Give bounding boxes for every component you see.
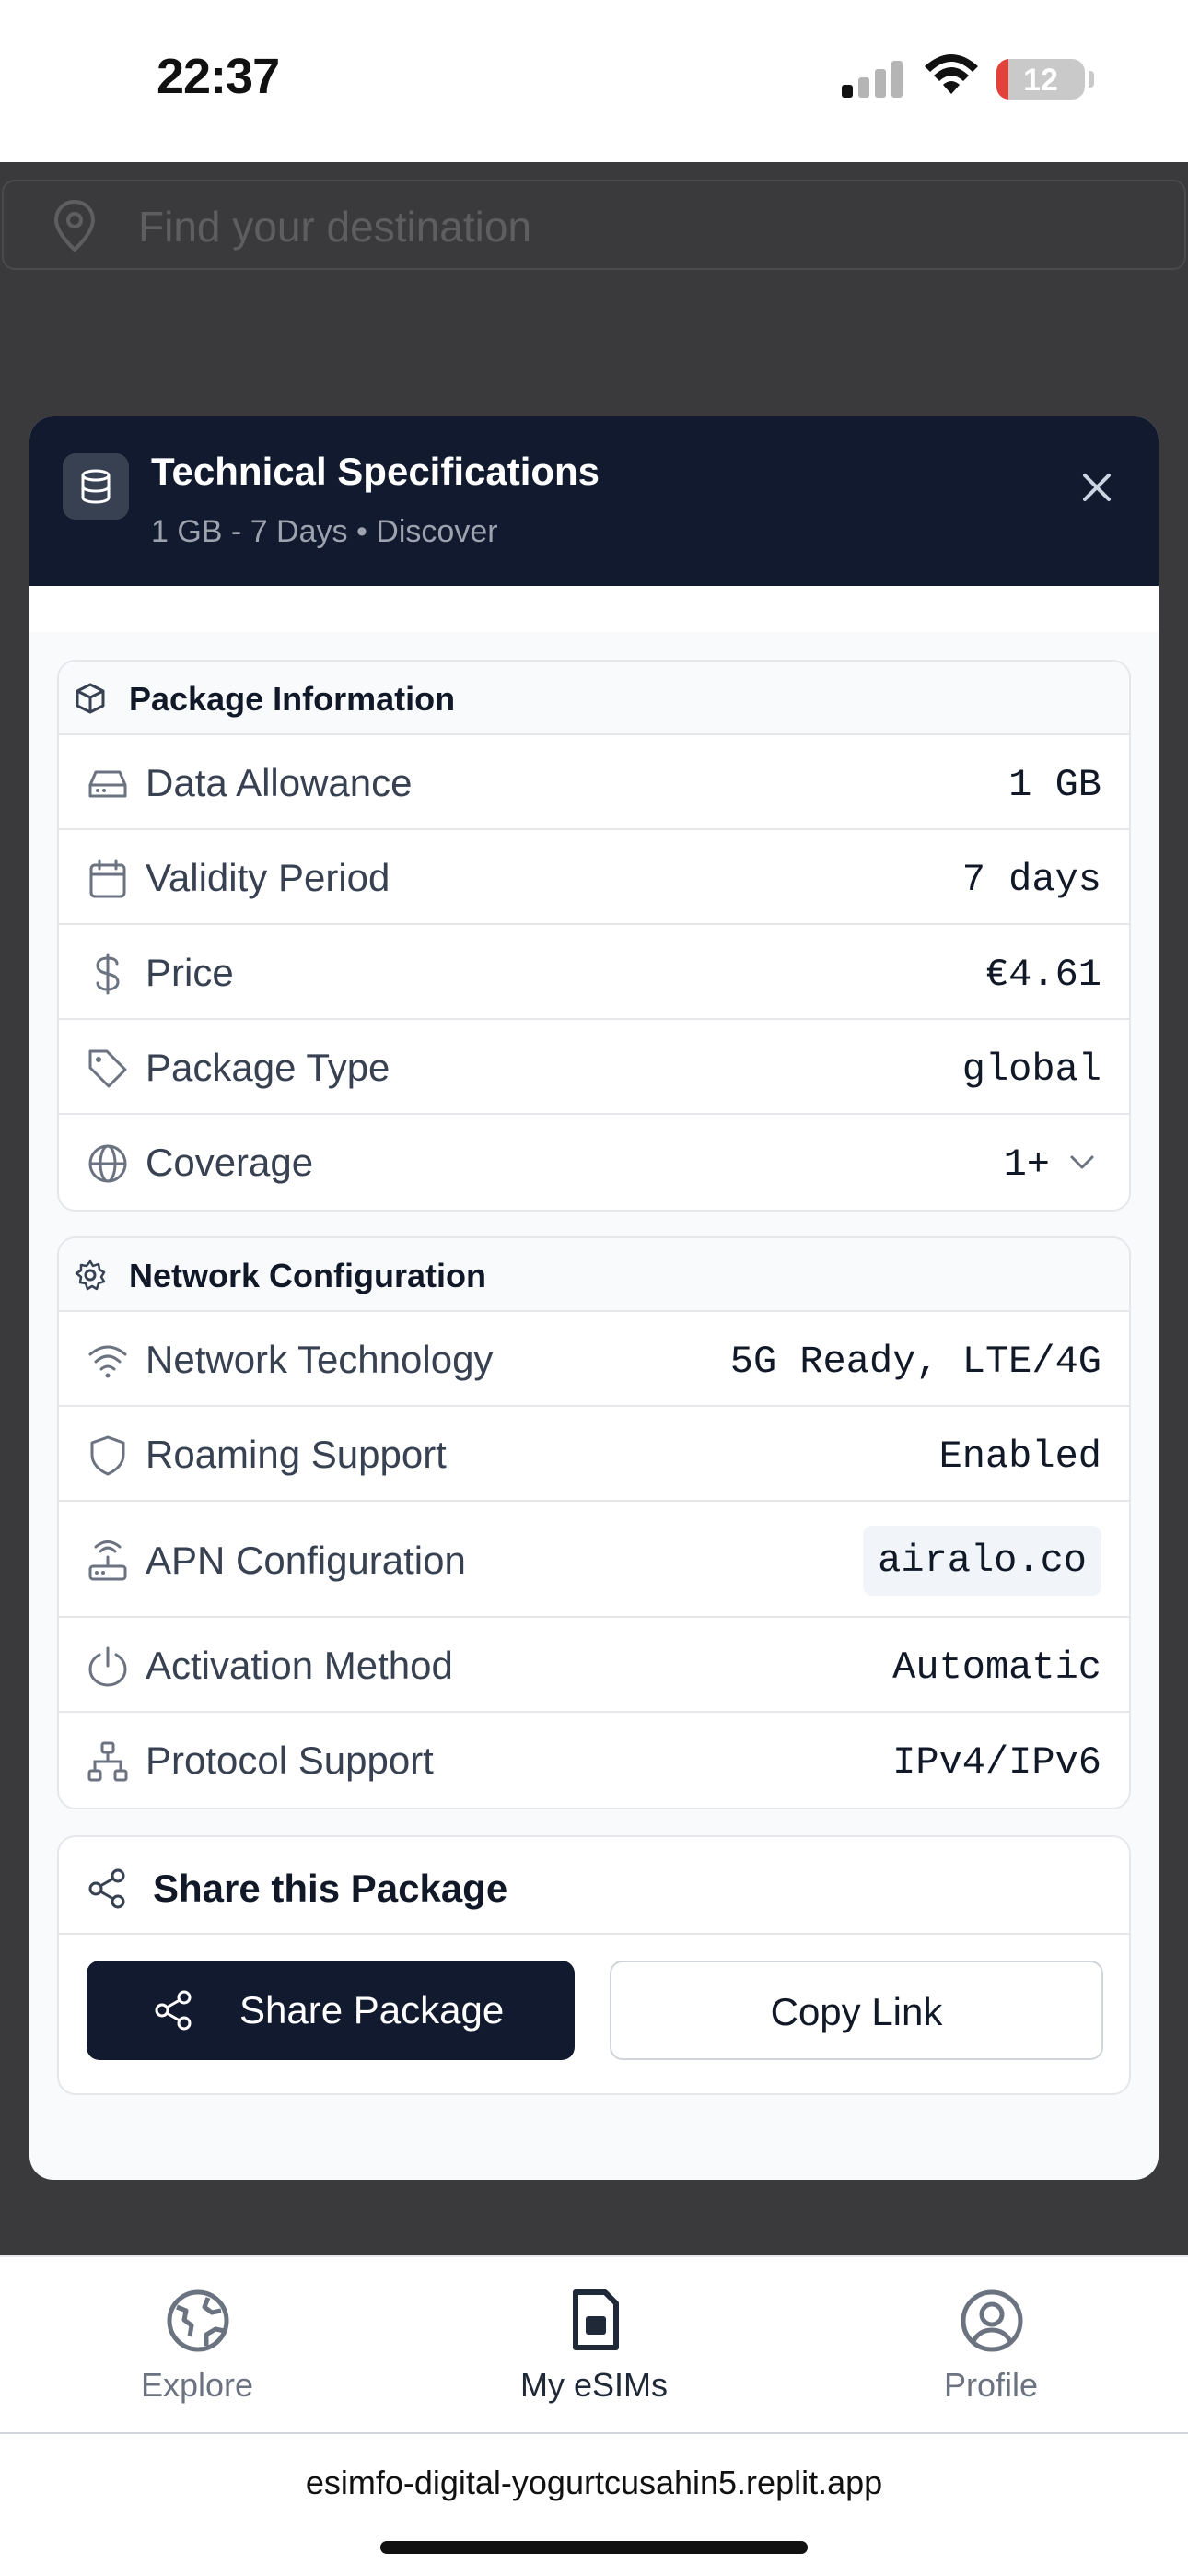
technical-specs-modal: Technical Specifications 1 GB - 7 Days •… xyxy=(29,416,1159,2180)
sim-card-icon xyxy=(573,2289,619,2350)
spec-row-coverage[interactable]: Coverage 1+ xyxy=(59,1115,1129,1210)
database-icon xyxy=(63,453,129,520)
globe-icon xyxy=(88,1144,127,1183)
cellular-signal-icon xyxy=(842,61,903,98)
search-placeholder: Find your destination xyxy=(138,203,532,251)
modal-body-top xyxy=(29,586,1159,632)
section-title: Network Configuration xyxy=(129,1257,486,1294)
hard-drive-icon xyxy=(88,770,127,798)
share-package-label: Share Package xyxy=(239,1988,505,2032)
spec-value: 7 days xyxy=(961,858,1101,902)
spec-row-protocol-support: Protocol Support IPv4/IPv6 xyxy=(59,1713,1129,1808)
modal-subtitle: 1 GB - 7 Days • Discover xyxy=(151,514,498,549)
spec-row-network-technology: Network Technology 5G Ready, LTE/4G xyxy=(59,1312,1129,1407)
map-pin-icon xyxy=(53,199,96,252)
copy-link-label: Copy Link xyxy=(770,1990,943,2033)
destination-search-input[interactable]: Find your destination xyxy=(2,180,1186,270)
nav-label: Profile xyxy=(943,2366,1039,2404)
tag-icon xyxy=(88,1049,127,1088)
share-package-card: Share this Package Share Package Copy Li… xyxy=(57,1835,1131,2095)
spec-row-package-type: Package Type global xyxy=(59,1020,1129,1115)
spec-row-activation-method: Activation Method Automatic xyxy=(59,1618,1129,1713)
spec-label: Roaming Support xyxy=(146,1433,447,1476)
battery-icon: 12 xyxy=(996,59,1085,100)
user-circle-icon xyxy=(961,2289,1023,2352)
spec-label: Data Allowance xyxy=(146,761,413,804)
wifi-icon xyxy=(88,1345,127,1378)
wifi-icon xyxy=(925,54,978,94)
modal-header: Technical Specifications 1 GB - 7 Days •… xyxy=(29,416,1159,586)
network-icon xyxy=(87,1741,128,1782)
nav-label: My eSIMs xyxy=(519,2366,668,2404)
nav-item-my-esims[interactable]: My eSIMs xyxy=(456,2257,732,2436)
modal-title: Technical Specifications xyxy=(151,450,600,493)
spec-label: Activation Method xyxy=(146,1644,453,1687)
share-icon xyxy=(155,1990,192,2031)
dollar-icon xyxy=(96,953,120,995)
spec-label: APN Configuration xyxy=(146,1539,466,1582)
chevron-down-icon[interactable] xyxy=(1068,1153,1096,1172)
spec-row-apn-configuration: APN Configuration airalo.co xyxy=(59,1502,1129,1618)
home-indicator[interactable] xyxy=(380,2541,808,2554)
calendar-icon xyxy=(89,859,126,898)
copy-link-button[interactable]: Copy Link xyxy=(610,1961,1103,2060)
section-title: Package Information xyxy=(129,680,456,718)
share-package-button[interactable]: Share Package xyxy=(87,1961,575,2060)
shield-icon xyxy=(90,1435,125,1476)
share-title: Share this Package xyxy=(153,1867,508,1910)
gear-icon xyxy=(75,1259,106,1291)
share-header: Share this Package xyxy=(59,1837,1129,1935)
globe-icon xyxy=(167,2289,229,2352)
network-configuration-card: Network Configuration Network Technology… xyxy=(57,1236,1131,1809)
nav-item-explore[interactable]: Explore xyxy=(59,2257,335,2436)
package-information-card: Package Information Data Allowance 1 GB … xyxy=(57,660,1131,1212)
battery-level: 12 xyxy=(1023,63,1058,98)
apn-value-chip[interactable]: airalo.co xyxy=(863,1526,1101,1596)
package-icon xyxy=(76,683,105,714)
spec-row-price: Price €4.61 xyxy=(59,925,1129,1020)
spec-value: 1 GB xyxy=(1008,763,1101,807)
nav-label: Explore xyxy=(140,2366,254,2404)
spec-label: Package Type xyxy=(146,1046,390,1089)
spec-value: Enabled xyxy=(938,1434,1101,1479)
spec-row-data-allowance: Data Allowance 1 GB xyxy=(59,735,1129,830)
browser-url-bar[interactable]: esimfo-digital-yogurtcusahin5.replit.app xyxy=(0,2436,1188,2576)
spec-label: Coverage xyxy=(146,1141,314,1184)
spec-row-validity-period: Validity Period 7 days xyxy=(59,830,1129,925)
close-icon[interactable] xyxy=(1068,459,1125,516)
spec-label: Price xyxy=(146,951,234,994)
share-icon xyxy=(88,1868,125,1909)
router-icon xyxy=(88,1540,127,1581)
spec-label: Network Technology xyxy=(146,1338,494,1381)
spec-label: Validity Period xyxy=(146,856,390,899)
status-bar: 22:37 12 xyxy=(0,0,1188,162)
spec-value: 1+ xyxy=(1003,1142,1050,1187)
spec-value: IPv4/IPv6 xyxy=(892,1740,1101,1785)
url-text: esimfo-digital-yogurtcusahin5.replit.app xyxy=(305,2464,883,2501)
bottom-nav: Explore My eSIMs Profile xyxy=(0,2255,1188,2434)
power-icon xyxy=(88,1646,127,1687)
spec-value: Automatic xyxy=(892,1645,1101,1690)
spec-value: global xyxy=(961,1048,1101,1092)
network-configuration-header: Network Configuration xyxy=(59,1238,1129,1312)
spec-value: €4.61 xyxy=(984,953,1101,997)
nav-item-profile[interactable]: Profile xyxy=(853,2257,1129,2436)
spec-label: Protocol Support xyxy=(146,1739,434,1782)
package-information-header: Package Information xyxy=(59,662,1129,735)
spec-value: 5G Ready, LTE/4G xyxy=(729,1340,1101,1384)
status-time: 22:37 xyxy=(157,49,280,104)
spec-row-roaming-support: Roaming Support Enabled xyxy=(59,1407,1129,1502)
battery-cap xyxy=(1089,71,1094,88)
